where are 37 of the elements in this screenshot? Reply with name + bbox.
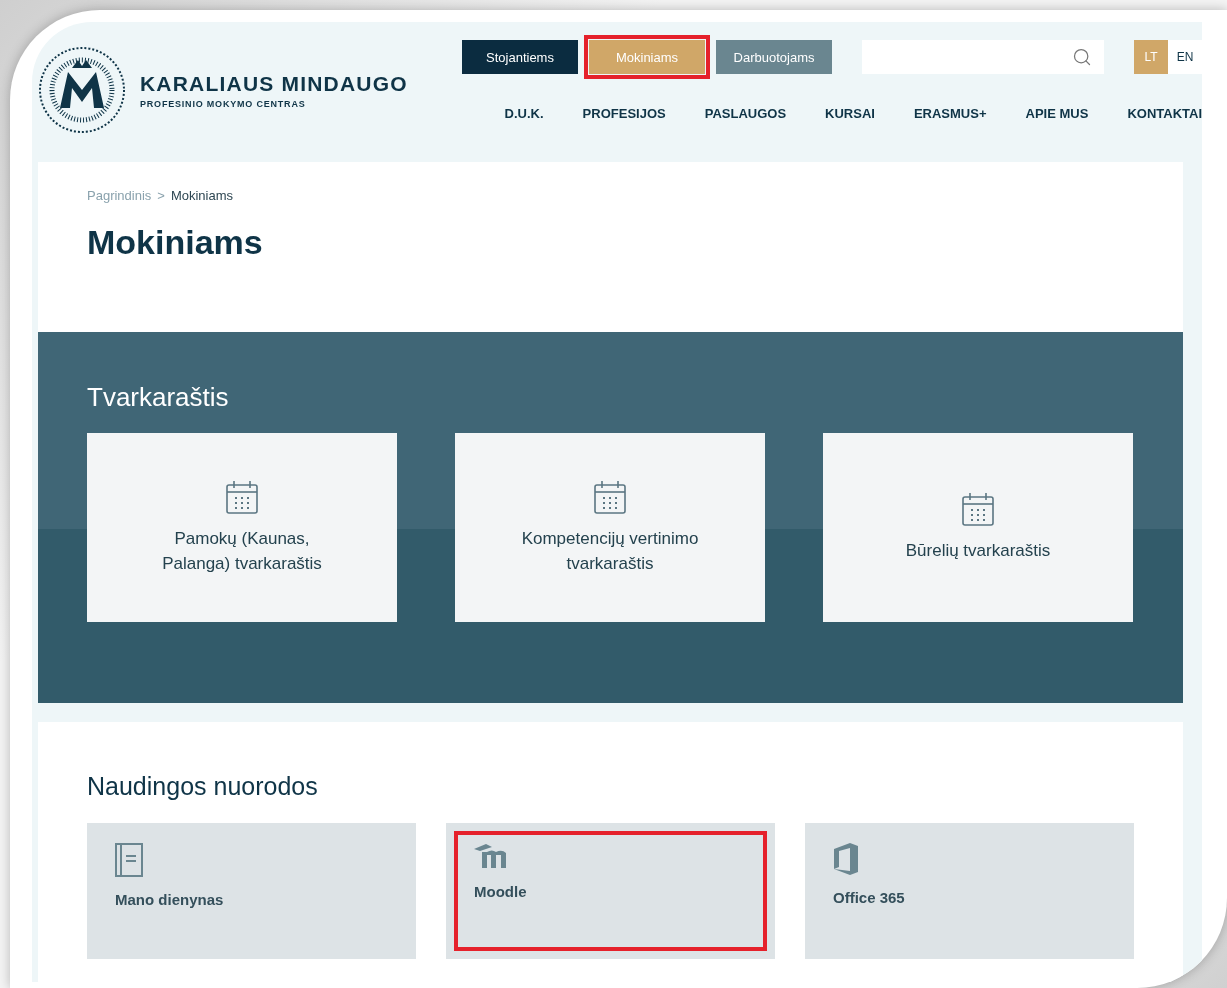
section-title: Naudingos nuorodos [87,772,319,801]
notebook-icon [115,843,143,877]
logo-title: KARALIAUS MINDAUGO [140,71,408,96]
schedule-card[interactable]: Pamokų (Kaunas, Palanga) tvarkaraštis [87,433,397,622]
nav-link[interactable]: D.U.K. [504,106,544,121]
schedule-card[interactable]: Būrelių tvarkaraštis [823,433,1133,622]
link-tile[interactable]: Moodle [446,823,775,959]
search-icon [1072,47,1092,67]
link-tile[interactable]: Office 365 [805,823,1134,959]
link-tile-label: Office 365 [833,889,906,906]
audience-tab[interactable]: Darbuotojams [716,40,832,74]
link-tile-label: Moodle [474,883,528,900]
schedule-card[interactable]: Kompetencijų vertinimo tvarkaraštis [455,433,765,622]
schedule-card-label: Būrelių tvarkaraštis [905,540,1051,562]
section-title: Tvarkaraštis [87,382,230,413]
logo-subtitle: PROFESINIO MOKYMO CENTRAS [140,98,307,109]
audience-tab[interactable]: Stojantiems [462,40,578,74]
breadcrumb-link[interactable]: Mokiniams [170,188,234,203]
language-button[interactable]: EN [1168,40,1202,74]
link-tile-label: Mano dienynas [115,891,225,908]
nav-link[interactable]: PASLAUGOS [704,106,787,121]
calendar-icon [225,479,259,516]
nav-link[interactable]: APIE MUS [1025,106,1089,121]
nav-link[interactable]: KONTAKTAI [1127,106,1202,121]
emblem-logo-icon [38,46,126,134]
link-tile[interactable]: Mano dienynas [87,823,416,959]
nav-link[interactable]: ERASMUS+ [913,106,987,121]
calendar-icon [593,479,627,516]
schedule-card-label: Pamokų (Kaunas, Palanga) tvarkaraštis [162,527,322,575]
office-logo-icon [833,843,859,875]
page-title: Mokiniams [87,223,264,262]
nav-link[interactable]: KURSAI [825,106,875,121]
calendar-icon [961,492,995,528]
schedule-card-label: Kompetencijų vertinimo tvarkaraštis [521,527,699,575]
search-field[interactable] [862,40,1104,74]
breadcrumb-separator: > [157,188,165,203]
nav-link[interactable]: PROFESIJOS [582,106,666,121]
